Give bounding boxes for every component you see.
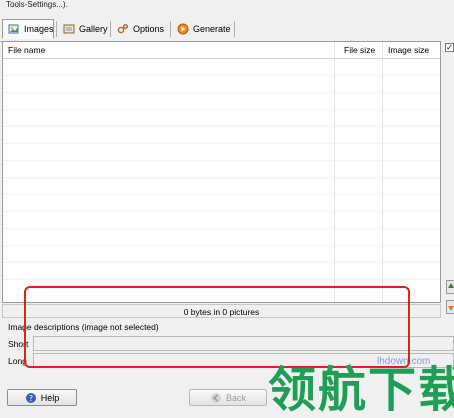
move-up-button[interactable] — [446, 280, 454, 294]
tab-options-label: Options — [133, 24, 165, 34]
tab-images[interactable]: Images — [2, 19, 54, 39]
row-divider — [3, 92, 440, 93]
options-icon — [117, 23, 129, 35]
arrow-down-icon — [448, 306, 454, 311]
tab-images-label: Images — [24, 24, 54, 34]
column-header-file-size[interactable]: File size — [339, 42, 383, 58]
row-divider — [3, 143, 440, 144]
help-button[interactable]: ? Help — [7, 389, 77, 406]
tab-toolbar: Images Gallery Options Generate — [0, 16, 454, 42]
column-divider — [382, 42, 383, 302]
help-icon: ? — [25, 392, 37, 404]
column-header-file-name[interactable]: File name — [3, 42, 334, 58]
back-button[interactable]: Back — [189, 389, 267, 406]
generate-icon — [177, 23, 189, 35]
tab-separator — [234, 21, 235, 37]
tab-gallery[interactable]: Gallery — [57, 19, 109, 39]
row-divider — [3, 245, 440, 246]
move-down-button[interactable] — [446, 300, 454, 314]
row-divider — [3, 262, 440, 263]
table-header: File name File size Image size — [3, 42, 440, 59]
row-divider — [3, 211, 440, 212]
column-header-image-size[interactable]: Image size — [383, 42, 441, 58]
row-divider — [3, 279, 440, 280]
tab-options[interactable]: Options — [111, 19, 169, 39]
short-description-field[interactable] — [33, 336, 454, 351]
tab-generate-label: Generate — [193, 24, 231, 34]
column-divider — [334, 42, 335, 302]
images-icon — [8, 23, 20, 35]
back-button-label: Back — [225, 392, 246, 403]
tab-gallery-label: Gallery — [79, 24, 108, 34]
row-divider — [3, 75, 440, 76]
watermark-text: 领航下载 — [268, 362, 454, 418]
row-divider — [3, 126, 440, 127]
row-divider — [3, 160, 440, 161]
right-side-panel — [441, 41, 454, 319]
arrow-up-icon — [448, 283, 454, 288]
back-arrow-icon — [210, 392, 222, 404]
gallery-icon — [63, 23, 75, 35]
image-table[interactable]: File name File size Image size — [2, 41, 441, 303]
tab-generate[interactable]: Generate — [171, 19, 233, 39]
row-divider — [3, 177, 440, 178]
select-all-checkbox[interactable]: ✓ — [445, 43, 454, 52]
descriptions-group-title: Image descriptions (image not selected) — [8, 322, 159, 332]
help-button-label: Help — [40, 392, 60, 403]
long-label: Long — [8, 356, 27, 366]
short-label: Short — [8, 339, 29, 349]
svg-text:?: ? — [29, 394, 33, 403]
status-bar: 0 bytes in 0 pictures — [2, 304, 441, 318]
row-divider — [3, 228, 440, 229]
row-divider — [3, 194, 440, 195]
row-divider — [3, 109, 440, 110]
instruction-text: Tools-Settings...). — [6, 0, 68, 9]
